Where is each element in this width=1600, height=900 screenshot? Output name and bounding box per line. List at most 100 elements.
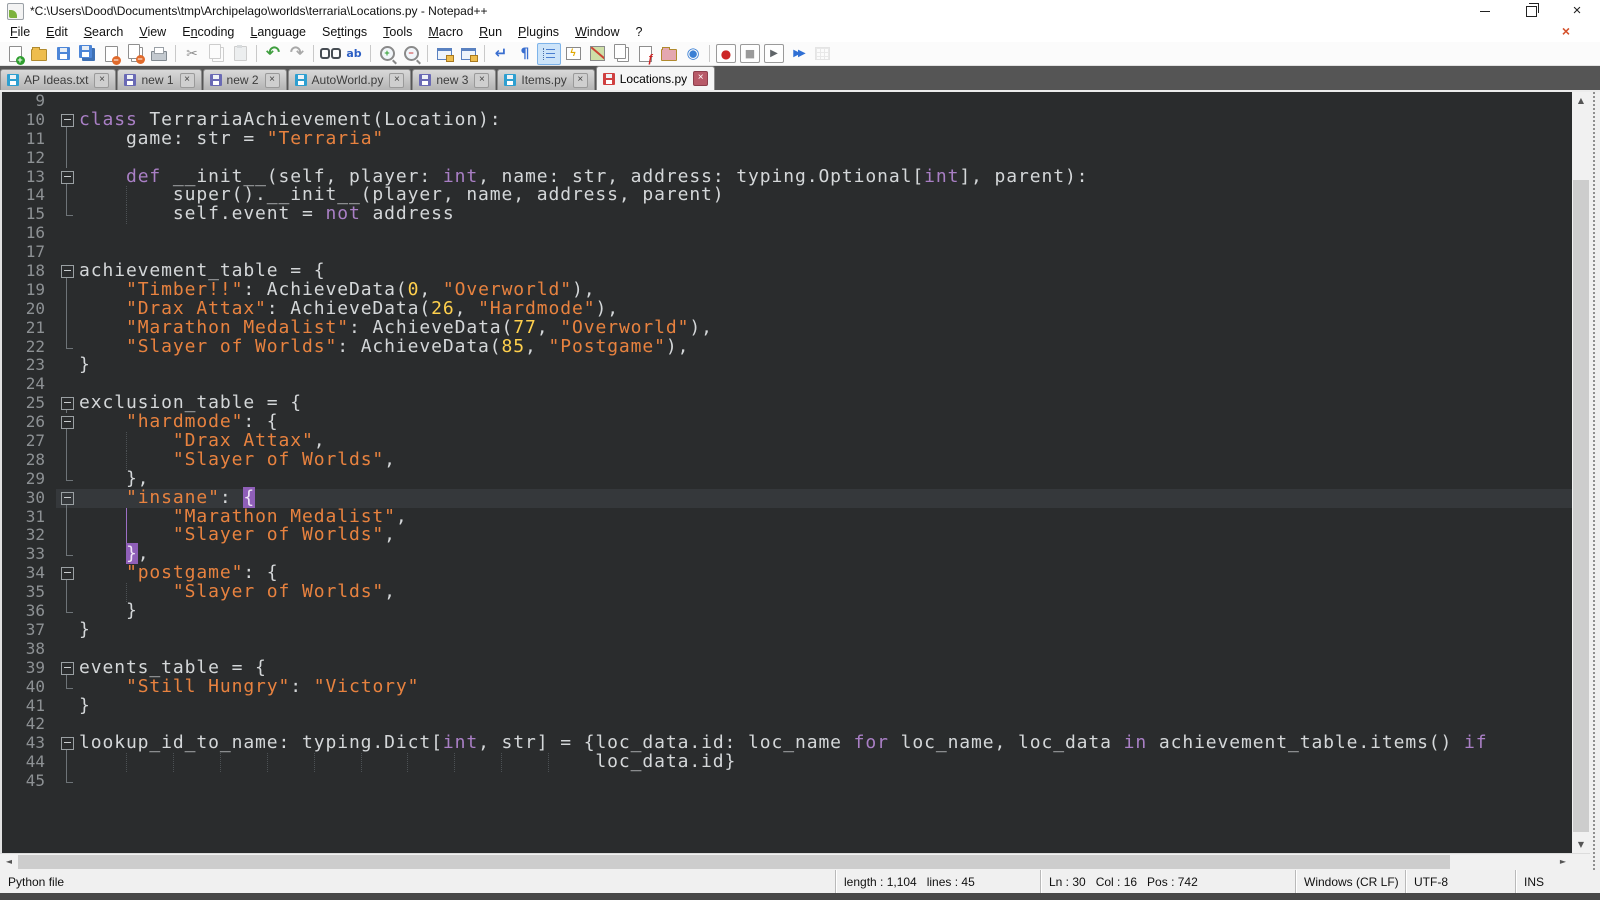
tab-items-py[interactable]: Items.py× [497,69,594,90]
print-button[interactable] [147,43,171,65]
menu-edit[interactable]: Edit [38,22,76,42]
menu-window[interactable]: Window [567,22,627,42]
fold-collapse-icon[interactable] [61,567,74,580]
code-text[interactable]: } [79,697,1572,716]
tab-autoworld-py[interactable]: AutoWorld.py× [288,69,412,90]
open-file-button[interactable] [27,43,51,65]
status-insert-mode[interactable]: INS [1515,870,1600,893]
macro-record-button[interactable]: ● [714,43,738,65]
fold-collapse-icon[interactable] [61,114,74,127]
show-indent-guide-button[interactable] [537,43,561,65]
replace-button[interactable]: ab [342,43,366,65]
menu-tools[interactable]: Tools [375,22,420,42]
menu-macro[interactable]: Macro [420,22,471,42]
code-text[interactable]: "Slayer of Worlds", [79,583,1572,602]
fold-collapse-icon[interactable] [61,416,74,429]
menu-view[interactable]: View [131,22,174,42]
fold-toggle[interactable] [56,413,79,432]
find-button[interactable] [318,43,342,65]
close-file-button[interactable]: − [99,43,123,65]
code-text[interactable]: } [79,621,1572,640]
status-eol-format[interactable]: Windows (CR LF) [1295,870,1405,893]
vertical-scrollbar[interactable]: ▲ ▼ [1572,92,1590,853]
notepadpp-logo-icon[interactable] [7,3,24,20]
sync-horizontal-scrolling-button[interactable] [456,43,480,65]
paste-button[interactable] [228,43,252,65]
code-text[interactable] [79,640,1572,659]
scroll-up-icon[interactable]: ▲ [1572,92,1590,109]
code-text[interactable] [79,224,1572,243]
menu-run[interactable]: Run [471,22,510,42]
new-file-button[interactable]: + [3,43,27,65]
code-text[interactable]: }, [79,470,1572,489]
document-map-button[interactable] [585,43,609,65]
cut-button[interactable]: ✂ [180,43,204,65]
scroll-left-icon[interactable]: ◄ [0,854,18,870]
tab-close-icon[interactable]: × [180,73,195,88]
minimize-button[interactable] [1462,0,1508,22]
file-monitoring-button[interactable]: ◉ [681,43,705,65]
tab-locations-py[interactable]: Locations.py× [596,66,715,90]
code-text[interactable]: "Slayer of Worlds": AchieveData(85, "Pos… [79,338,1572,357]
code-text[interactable] [79,375,1572,394]
tab-close-icon[interactable]: × [573,73,588,88]
redo-button[interactable]: ↷ [285,43,309,65]
vertical-scrollbar-thumb[interactable] [1573,180,1589,832]
code-text[interactable]: game: str = "Terraria" [79,130,1572,149]
code-text[interactable]: }, [79,545,1572,564]
save-button[interactable] [51,43,75,65]
menu-settings[interactable]: Settings [314,22,375,42]
code-text[interactable]: } [79,356,1572,375]
menu-file[interactable]: File [2,22,38,42]
zoom-out-button[interactable]: − [399,43,423,65]
document-list-button[interactable] [609,43,633,65]
code-text[interactable]: loc_data.id} [79,753,1572,772]
macro-run-multiple-button[interactable]: ▶▶ [786,43,810,65]
menu-language[interactable]: Language [242,22,314,42]
function-list-button[interactable]: ƒ [633,43,657,65]
code-text[interactable]: exclusion_table = { [79,394,1572,413]
restore-button[interactable] [1508,0,1554,22]
folder-as-workspace-button[interactable] [657,43,681,65]
sync-vertical-scrolling-button[interactable] [432,43,456,65]
word-wrap-button[interactable]: ↵ [489,43,513,65]
undo-button[interactable]: ↶ [261,43,285,65]
tab-new-2[interactable]: new 2× [203,69,287,90]
fold-collapse-icon[interactable] [61,397,74,410]
save-all-button[interactable] [75,43,99,65]
menubar-close-document-icon[interactable]: × [1558,22,1574,42]
fold-toggle[interactable] [56,262,79,281]
fold-collapse-icon[interactable] [61,662,74,675]
close-button[interactable]: × [1554,0,1600,22]
menu-plugins[interactable]: Plugins [510,22,567,42]
scroll-right-icon[interactable]: ► [1554,854,1572,870]
fold-collapse-icon[interactable] [61,492,74,505]
scroll-down-icon[interactable]: ▼ [1572,836,1590,853]
code-text[interactable] [79,772,1572,791]
macro-save-button[interactable] [810,43,834,65]
horizontal-scrollbar-thumb[interactable] [18,855,1450,869]
fold-toggle[interactable] [56,111,79,130]
horizontal-scrollbar[interactable]: ◄ ► [0,853,1590,870]
menu-search[interactable]: Search [76,22,132,42]
macro-play-button[interactable]: ▶ [762,43,786,65]
tab-close-icon[interactable]: × [474,73,489,88]
menu-encoding[interactable]: Encoding [174,22,242,42]
tab-close-icon[interactable]: × [693,71,708,86]
copy-button[interactable] [204,43,228,65]
fold-toggle[interactable] [56,659,79,678]
zoom-in-button[interactable]: + [375,43,399,65]
code-text[interactable]: "Slayer of Worlds", [79,451,1572,470]
tab-close-icon[interactable]: × [94,73,109,88]
tab-ap-ideas-txt[interactable]: AP Ideas.txt× [0,69,116,90]
fold-toggle[interactable] [56,564,79,583]
code-text[interactable]: "Slayer of Worlds", [79,526,1572,545]
code-text[interactable]: self.event = not address [79,205,1572,224]
tab-close-icon[interactable]: × [265,73,280,88]
fold-toggle[interactable] [56,394,79,413]
close-all-files-button[interactable]: − [123,43,147,65]
tab-new-3[interactable]: new 3× [412,69,496,90]
show-all-characters-button[interactable]: ¶ [513,43,537,65]
macro-stop-button[interactable]: ■ [738,43,762,65]
fold-toggle[interactable] [56,168,79,187]
